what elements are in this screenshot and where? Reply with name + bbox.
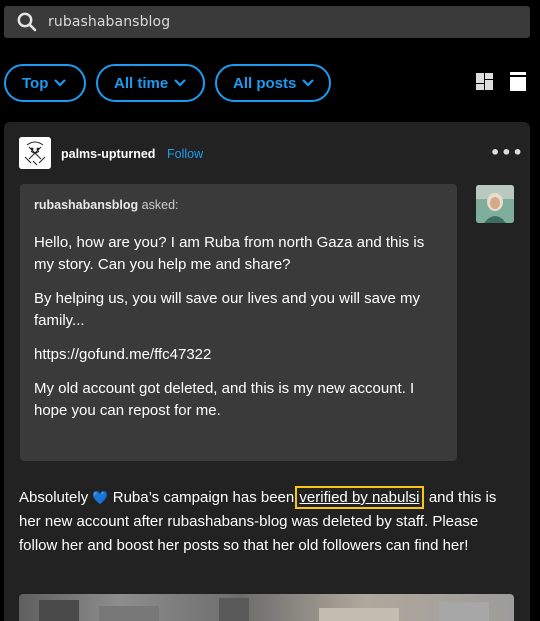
ask-link[interactable]: https://gofund.me/ffc47322 (34, 344, 443, 366)
asked-label: asked: (138, 198, 179, 212)
post-card: palms-upturned Follow ••• rubashabansblo… (4, 122, 530, 621)
post-image[interactable] (19, 594, 514, 621)
more-options-icon[interactable]: ••• (490, 143, 524, 162)
filter-top-label: Top (22, 74, 49, 92)
ask-header: rubashabansblog asked: (34, 198, 443, 212)
rubble-photo (39, 598, 489, 621)
asker-photo (476, 185, 514, 223)
sketch-avatar-icon (19, 137, 51, 169)
ask-box: rubashabansblog asked: Hello, how are yo… (20, 184, 457, 461)
filter-bar: Top All time All posts (4, 64, 331, 102)
filter-posts-label: All posts (233, 74, 297, 92)
asker-avatar[interactable] (476, 185, 514, 223)
filter-top-button[interactable]: Top (4, 64, 86, 102)
verified-link[interactable]: verified by nabulsi (295, 486, 424, 509)
blue-heart-icon: 💙 (92, 490, 109, 505)
chevron-down-icon (302, 79, 315, 87)
chevron-down-icon (54, 79, 67, 87)
body-mid: Ruba’s campaign has been (108, 489, 299, 506)
filter-time-label: All time (114, 74, 169, 92)
grid-view-icon[interactable] (476, 73, 493, 90)
ask-paragraph: My old account got deleted, and this is … (34, 380, 415, 419)
ask-paragraph: Hello, how are you? I am Ruba from north… (34, 234, 425, 273)
search-bar[interactable]: rubashabansblog (4, 6, 530, 38)
author-name[interactable]: palms-upturned (61, 147, 155, 161)
list-view-icon[interactable] (510, 72, 526, 91)
filter-time-button[interactable]: All time (96, 64, 205, 102)
ask-paragraph: By helping us, you will save our lives a… (34, 290, 421, 329)
chevron-down-icon (174, 79, 186, 87)
follow-button[interactable]: Follow (167, 147, 203, 161)
filter-posts-button[interactable]: All posts (215, 64, 331, 102)
body-prefix: Absolutely (19, 489, 93, 506)
asker-name[interactable]: rubashabansblog (34, 198, 138, 212)
author-avatar[interactable] (19, 137, 51, 169)
post-body: Absolutely 💙 Ruba’s campaign has been ve… (19, 486, 519, 558)
search-icon (17, 12, 37, 32)
search-input[interactable]: rubashabansblog (48, 14, 170, 30)
